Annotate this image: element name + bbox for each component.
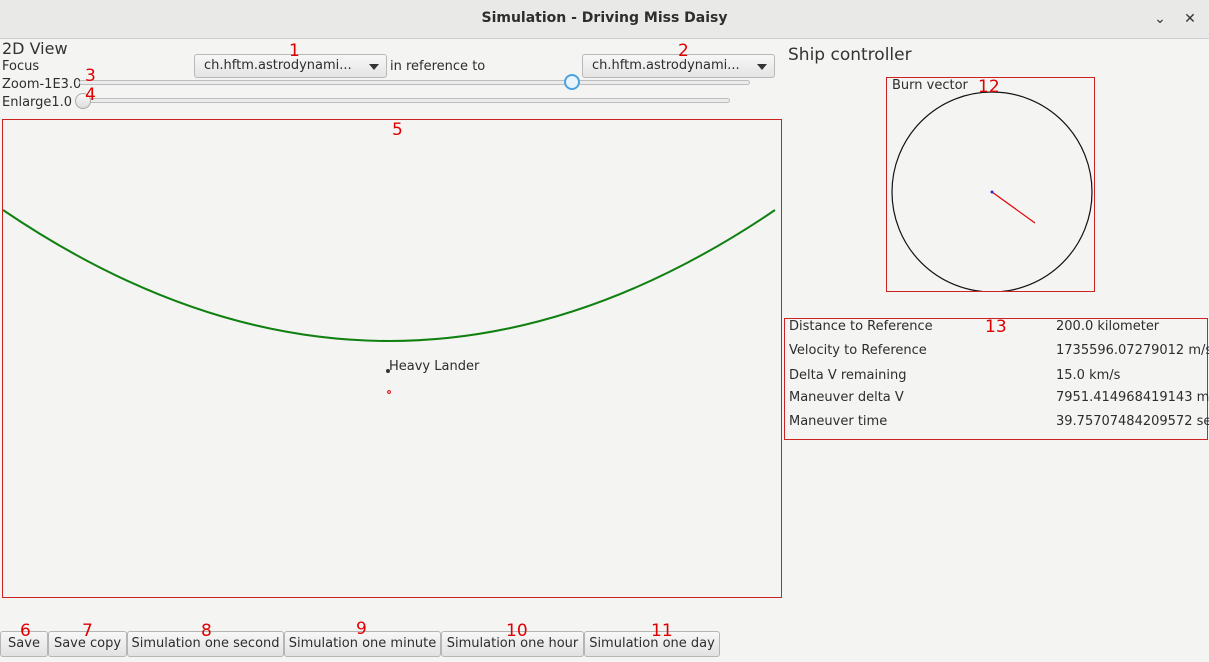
window-titlebar: Simulation - Driving Miss Daisy ⌄ ✕ <box>0 0 1209 39</box>
minimize-button[interactable]: ⌄ <box>1151 10 1169 28</box>
annotation-marker: 5 <box>392 120 403 140</box>
view2d-heading: 2D View <box>2 39 68 58</box>
annotation-marker: 7 <box>82 621 93 641</box>
info-value: 200.0 kilometer <box>1056 319 1160 334</box>
info-row: Maneuver delta V 7951.414968419143 m/s <box>785 390 1209 410</box>
window-title: Simulation - Driving Miss Daisy <box>481 10 728 26</box>
annotation-marker: 9 <box>356 619 367 639</box>
info-value: 7951.414968419143 m/s <box>1056 390 1209 405</box>
annotation-marker: 11 <box>651 621 673 641</box>
burn-vector-origin <box>990 190 994 194</box>
enlarge-label: Enlarge1.0 <box>2 95 73 110</box>
zoom-slider-thumb[interactable] <box>563 74 580 90</box>
orbit-path <box>3 209 776 342</box>
enlarge-slider-track[interactable] <box>75 98 730 103</box>
info-row: Velocity to Reference 1735596.07279012 m… <box>785 343 1209 363</box>
close-button[interactable]: ✕ <box>1181 10 1199 28</box>
annotation-marker: 1 <box>289 41 300 61</box>
info-key: Distance to Reference <box>789 319 933 334</box>
burn-vector-svg <box>891 91 1093 291</box>
focus-combobox-value: ch.hftm.astrodynami... <box>204 58 352 73</box>
annotation-marker: 2 <box>678 41 689 61</box>
burn-vector-line <box>991 191 1036 224</box>
ship-controller-heading: Ship controller <box>788 45 912 65</box>
annotation-marker: 3 <box>85 66 96 86</box>
burn-vector-panel[interactable]: Burn vector <box>886 77 1095 292</box>
info-value: 1735596.07279012 m/s <box>1056 343 1209 358</box>
chevron-down-icon <box>757 64 767 70</box>
info-key: Delta V remaining <box>789 368 907 383</box>
chevron-down-icon <box>369 64 379 70</box>
info-value: 15.0 km/s <box>1056 368 1121 383</box>
info-key: Velocity to Reference <box>789 343 927 358</box>
ship-label: Heavy Lander <box>389 359 480 374</box>
annotation-marker: 6 <box>20 621 31 641</box>
info-row: Delta V remaining 15.0 km/s <box>785 368 1207 388</box>
info-value: 39.75707484209572 seco <box>1056 414 1209 429</box>
reference-label: in reference to <box>390 59 486 74</box>
zoom-slider-track[interactable] <box>79 80 750 85</box>
info-key: Maneuver delta V <box>789 390 904 405</box>
annotation-marker: 13 <box>985 317 1007 337</box>
info-row: Maneuver time 39.75707484209572 seco <box>785 414 1209 434</box>
view2d-canvas[interactable]: Heavy Lander <box>2 119 782 598</box>
focus-label: Focus <box>2 59 40 74</box>
annotation-marker: 12 <box>978 77 1000 97</box>
info-key: Maneuver time <box>789 414 888 429</box>
zoom-label: Zoom-1E3.0 <box>2 77 82 92</box>
reference-combobox-value: ch.hftm.astrodynami... <box>592 58 740 73</box>
annotation-marker: 10 <box>506 621 528 641</box>
annotation-marker: 8 <box>201 621 212 641</box>
annotation-marker: 4 <box>85 85 96 105</box>
reference-marker <box>387 390 391 394</box>
